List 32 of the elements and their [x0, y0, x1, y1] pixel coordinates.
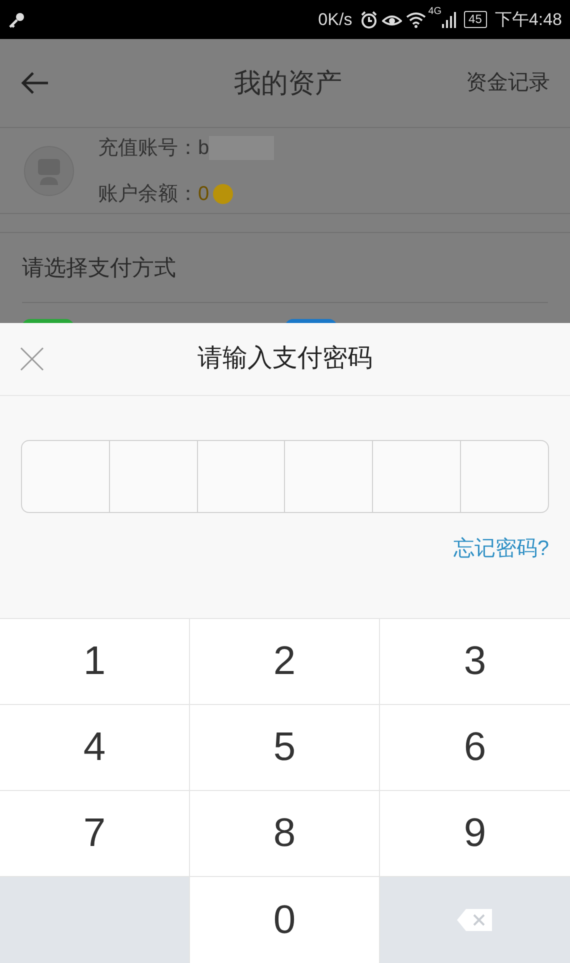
digit-key[interactable]: 9 [380, 790, 570, 877]
network-speed: 0K/s [318, 8, 352, 31]
digit-key[interactable]: 3 [380, 618, 570, 705]
digit-key[interactable]: 2 [190, 618, 380, 705]
account-label: 充值账号： [98, 136, 198, 161]
network-type: 4G [428, 5, 442, 19]
digit-key[interactable]: 5 [190, 704, 380, 791]
sheet-title: 请输入支付密码 [196, 343, 374, 374]
payment-title: 请选择支付方式 [22, 233, 548, 304]
back-arrow-icon[interactable] [20, 71, 50, 96]
key-icon [8, 10, 26, 29]
digit-key[interactable]: 0 [190, 876, 380, 963]
alarm-icon [360, 10, 378, 29]
close-icon[interactable] [20, 346, 44, 371]
password-field[interactable] [21, 440, 549, 513]
digit-key[interactable]: 6 [380, 704, 570, 791]
digit-key[interactable]: 1 [0, 618, 190, 705]
balance-value: 0 [198, 182, 210, 207]
signal-icon [442, 12, 456, 28]
balance-label: 账户余额： [98, 182, 198, 207]
account-value: b [198, 136, 210, 161]
digit-key[interactable]: 4 [0, 704, 190, 791]
fund-records-link[interactable]: 资金记录 [466, 67, 550, 99]
digit-key[interactable]: 7 [0, 790, 190, 877]
coin-icon [213, 184, 234, 204]
clock: 下午4:48 [494, 8, 562, 31]
page-title: 我的资产 [233, 66, 343, 100]
wifi-icon [406, 12, 426, 28]
digit-key[interactable]: 8 [190, 790, 380, 877]
battery-indicator: 45 [464, 11, 487, 28]
delete-key[interactable] [380, 876, 570, 963]
backspace-icon [456, 908, 494, 932]
